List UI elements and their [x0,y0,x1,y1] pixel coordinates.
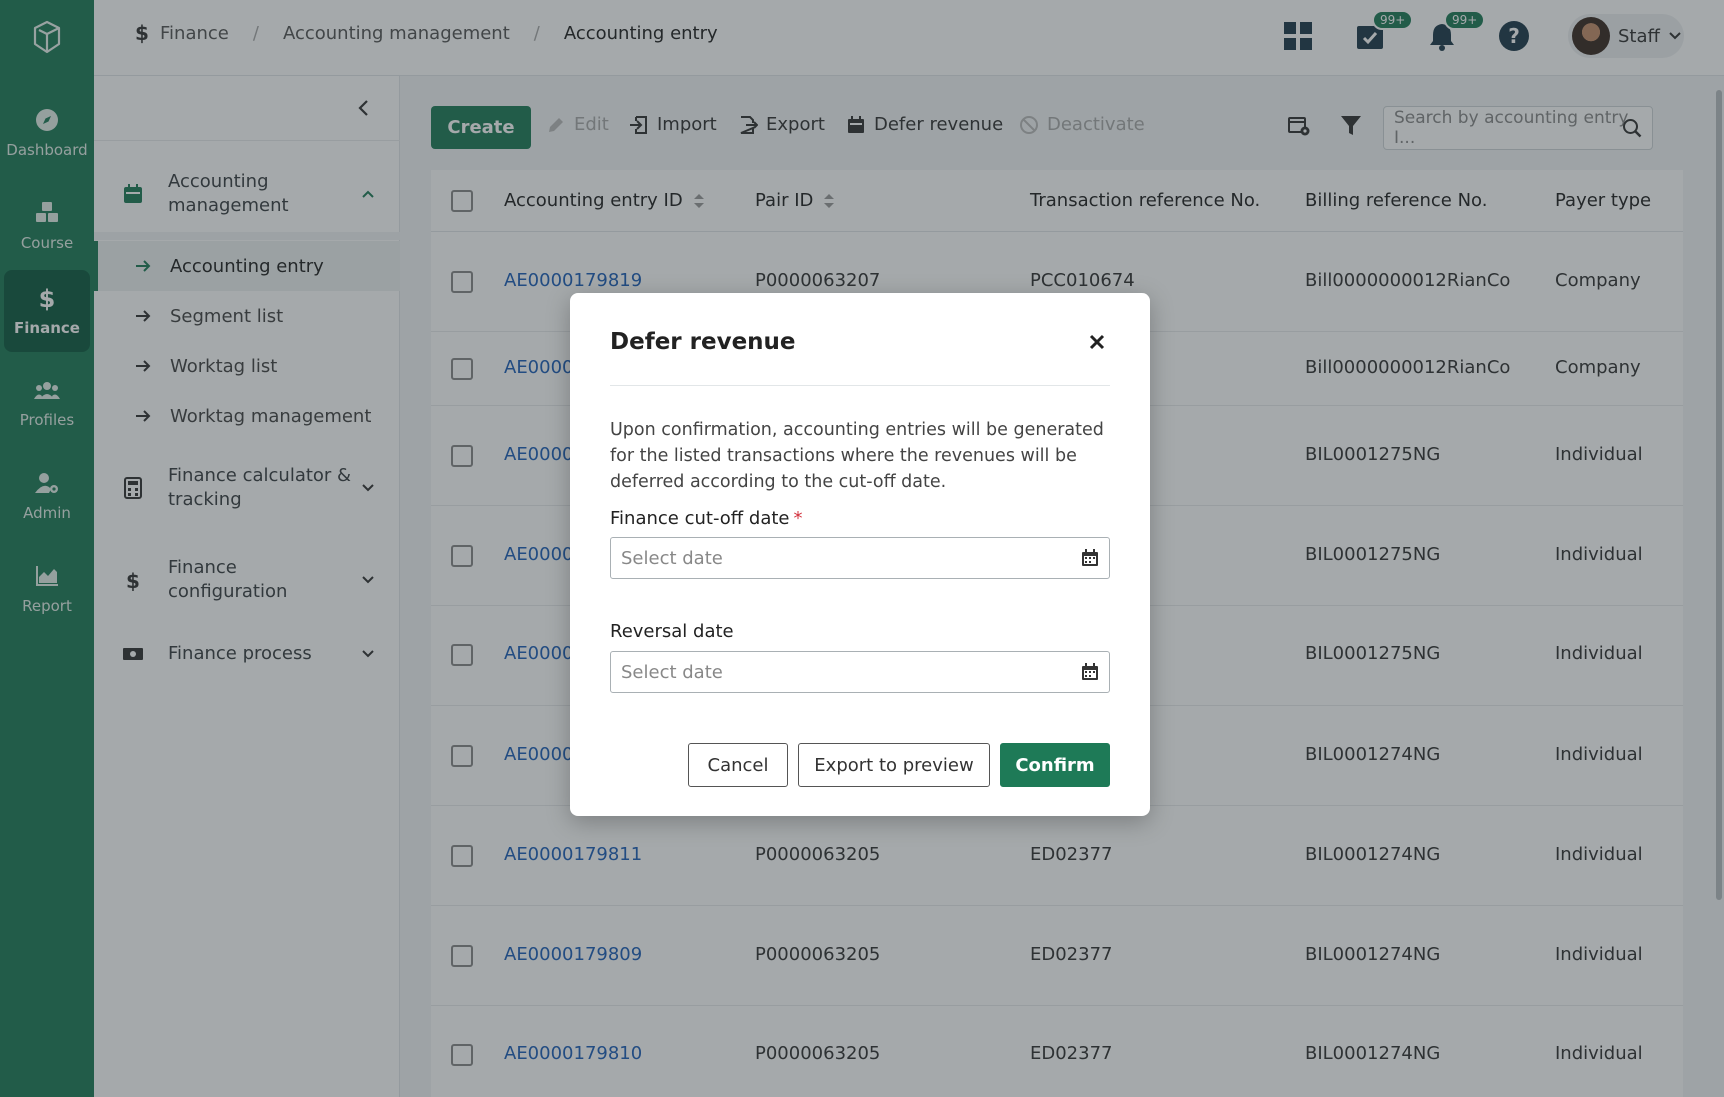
cutoff-date-field[interactable] [610,537,1110,579]
reversal-date-input[interactable] [611,652,1071,692]
cancel-button[interactable]: Cancel [688,743,788,787]
defer-revenue-dialog: Defer revenue Upon confirmation, account… [570,293,1150,816]
calendar-icon[interactable] [1081,549,1099,567]
required-mark: * [793,508,803,529]
reversal-date-field[interactable] [610,651,1110,693]
calendar-icon[interactable] [1081,663,1099,681]
cutoff-date-label-text: Finance cut-off date [610,508,790,529]
confirm-button[interactable]: Confirm [1000,743,1110,787]
dialog-divider [610,385,1110,386]
export-to-preview-button[interactable]: Export to preview [798,743,990,787]
close-icon[interactable] [1086,331,1108,353]
reversal-date-label: Reversal date [610,621,734,642]
dialog-description: Upon confirmation, accounting entries wi… [610,420,1104,492]
dialog-title: Defer revenue [610,329,796,355]
cutoff-date-label: Finance cut-off date * [610,508,803,529]
cutoff-date-input[interactable] [611,538,1071,578]
reversal-date-label-text: Reversal date [610,621,734,642]
